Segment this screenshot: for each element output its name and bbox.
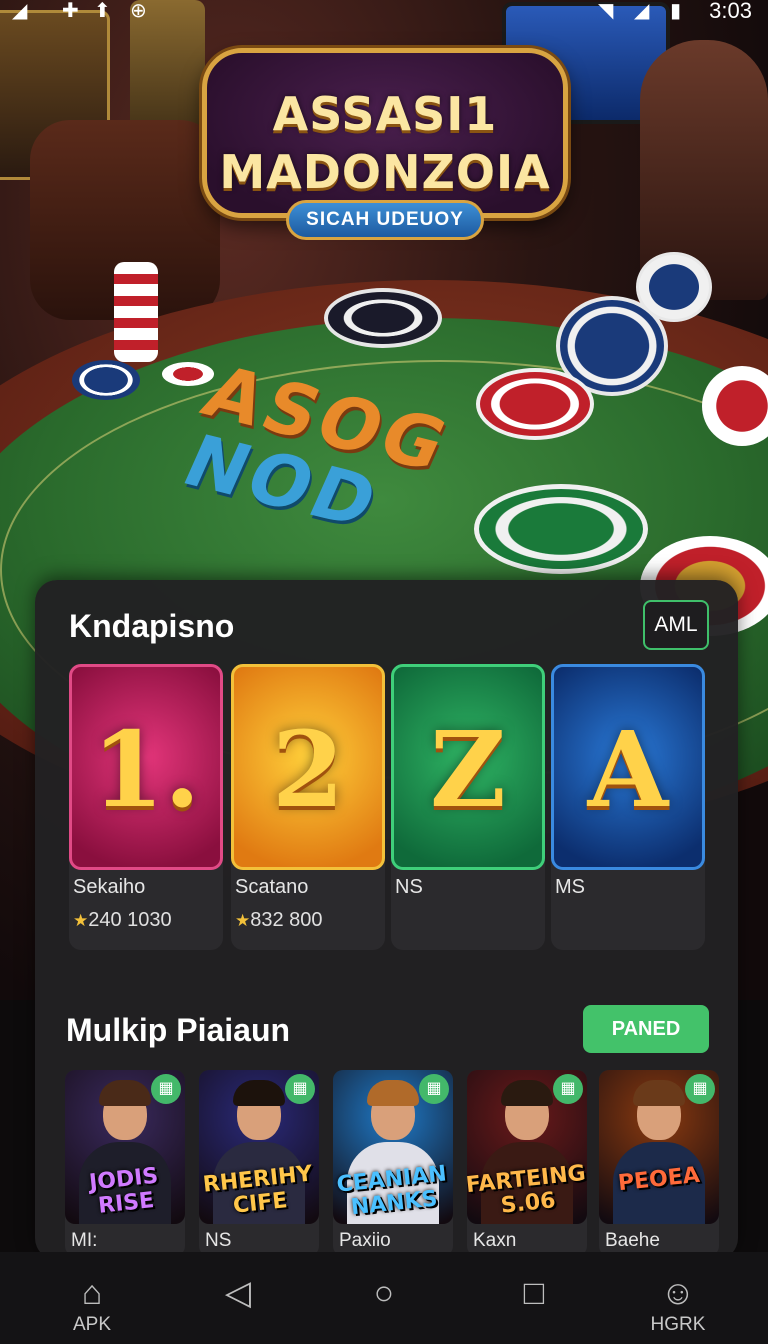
game-tile-art: RHERIHY CIFE ▦ [199,1070,319,1224]
game-tile-character-hair [99,1080,151,1106]
status-bar: ◢ ✚ ⬆ ⊕ ◥ ◢ ▮ 3:03 [0,0,768,24]
game-card-art: 2 [231,664,385,870]
nav-profile-label: HGRK [650,1314,706,1335]
qr-icon[interactable]: ▦ [151,1074,181,1104]
game-tile-name: MI: [71,1230,98,1251]
game-card[interactable]: 1. Sekaiho ★240 1030 [69,664,223,950]
game-tile-art: JODIS RISE ▦ [65,1070,185,1224]
game-card-art: A [551,664,705,870]
game-tile-name: Kaxn [473,1230,517,1251]
game-card[interactable]: A MS [551,664,705,950]
game-tile-name: Baehe [605,1230,660,1251]
game-card-score: ★832 800 [235,909,323,932]
game-card-name: Sekaiho [73,876,146,898]
game-tile-character-hair [501,1080,553,1106]
game-tile-art: PEOEA ▦ [599,1070,719,1224]
game-card-score-value: 832 800 [250,909,323,931]
game-card-name: Scatano [235,876,309,898]
game-tile-art: CEANIAN NANKS ▦ [333,1070,453,1224]
home-icon: ⌂ [81,1274,103,1312]
nav-home[interactable]: ○ [352,1252,416,1344]
game-logo: ASSASI1 MADONZOIA [202,48,568,218]
wifi-icon: ◥ [598,0,614,22]
game-tile[interactable]: PEOEA ▦ Baehe [599,1070,719,1256]
section2-action-button[interactable]: PANED [583,1005,709,1053]
game-card[interactable]: 2 Scatano ★832 800 [231,664,385,950]
star-icon: ★ [73,911,89,930]
game-tile[interactable]: JODIS RISE ▦ MI: [65,1070,185,1256]
battery-icon: ▮ [670,0,682,22]
game-tile-name: NS [205,1230,232,1251]
section1-action-button[interactable]: AML [643,600,709,650]
game-tile-character-hair [633,1080,685,1106]
game-card-glyph: 1. [91,708,201,831]
home-circle-icon: ○ [373,1274,395,1312]
game-tile-character-hair [367,1080,419,1106]
game-tile[interactable]: FARTEING S.06 ▦ Kaxn [467,1070,587,1256]
game-card-name: MS [555,876,585,898]
game-tile-art: FARTEING S.06 ▦ [467,1070,587,1224]
qr-icon[interactable]: ▦ [685,1074,715,1104]
section2-title: Mulkip Piaiaun [66,1012,291,1048]
recents-icon: □ [523,1274,545,1312]
chip-black [324,288,442,348]
nav-apk[interactable]: ⌂ APK [52,1252,132,1344]
qr-icon[interactable]: ▦ [285,1074,315,1104]
game-card-name: NS [395,876,423,898]
nav-recents[interactable]: □ [502,1252,566,1344]
logo-subtitle-banner: SICAH UDEUOY [286,200,484,240]
back-icon: ◁ [224,1274,252,1312]
game-card-score-value: 240 1030 [88,909,172,931]
logo-title-line2: MADONZOIA [219,145,551,199]
chip-red-large [476,368,594,440]
game-tile[interactable]: CEANIAN NANKS ▦ Paxiio [333,1070,453,1256]
status-time: 3:03 [709,0,752,23]
globe-icon: ⊕ [130,0,147,22]
logo-title-line1: ASSASI1 [272,87,498,141]
nav-apk-label: APK [72,1314,112,1335]
game-card-art: Z [391,664,545,870]
chip-green [474,484,648,574]
nav-back[interactable]: ◁ [206,1252,270,1344]
game-tile-name: Paxiio [339,1230,391,1251]
game-tile[interactable]: RHERIHY CIFE ▦ NS [199,1070,319,1256]
games-panel: Kndapisno AML 1. Sekaiho ★240 1030 2 Scatano… [35,580,738,1260]
qr-icon[interactable]: ▦ [553,1074,583,1104]
game-card[interactable]: Z NS [391,664,545,950]
qr-icon[interactable]: ▦ [419,1074,449,1104]
chip-blue [72,360,140,400]
chip-blue-top [636,252,712,322]
game-card-glyph: A [587,708,669,831]
plus-icon: ✚ [62,0,79,22]
signal-icon: ◢ [12,0,28,22]
star-icon: ★ [235,911,251,930]
shield-icon: ⬆ [94,0,111,22]
nav-profile[interactable]: ☺ HGRK [636,1252,720,1344]
game-card-glyph: Z [430,708,506,831]
game-card-score: ★240 1030 [73,909,172,932]
chip-red-small [162,362,214,386]
cell-signal-icon: ◢ [634,0,650,22]
section1-title: Kndapisno [69,608,235,644]
game-card-art: 1. [69,664,223,870]
game-card-glyph: 2 [271,708,345,831]
chip-stack [114,262,158,362]
profile-icon: ☺ [660,1274,696,1312]
navigation-bar: ⌂ APK ◁ ○ □ ☺ HGRK [0,1252,768,1344]
game-tile-character-hair [233,1080,285,1106]
